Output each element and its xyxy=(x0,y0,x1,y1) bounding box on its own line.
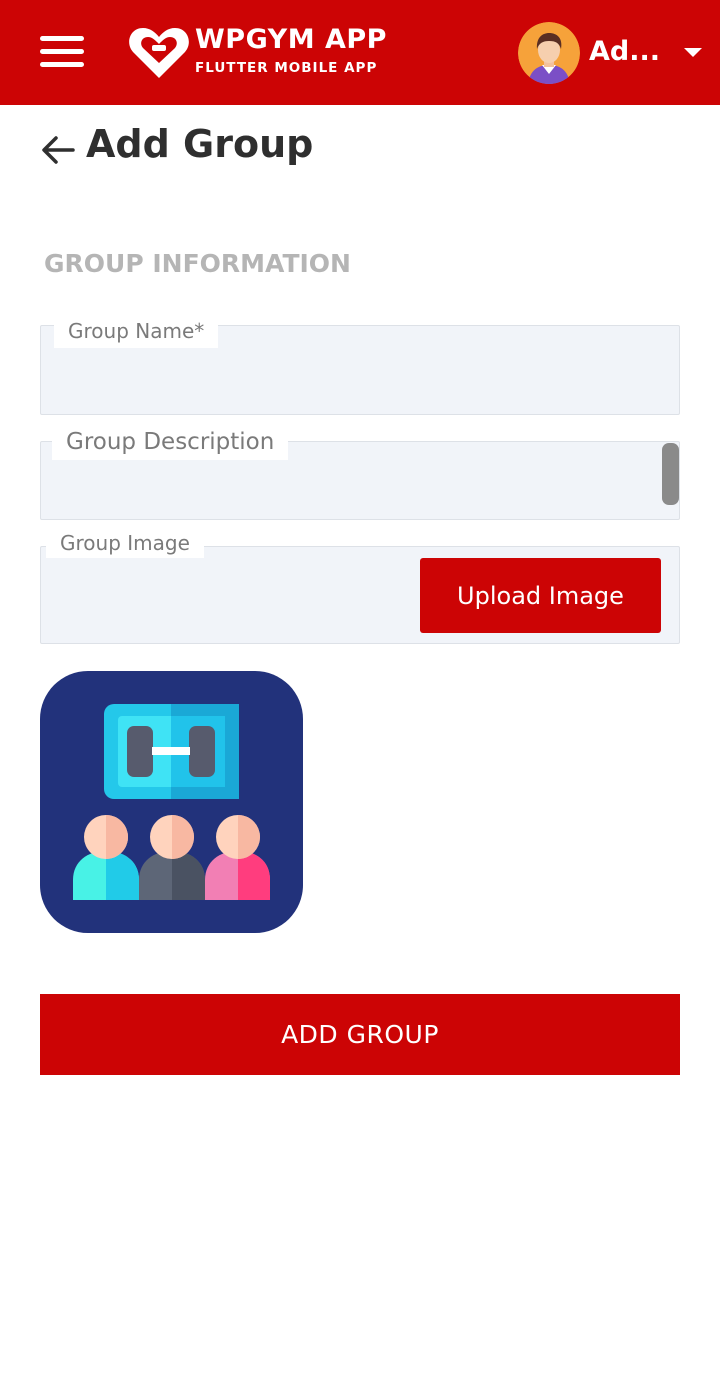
user-name[interactable]: Ad... xyxy=(589,36,660,67)
caret-down-icon[interactable] xyxy=(684,48,702,57)
page-title: Add Group xyxy=(86,122,314,166)
arrow-left-icon[interactable] xyxy=(40,132,76,168)
app-bar: WPGYM APP FLUTTER MOBILE APP Ad... xyxy=(0,0,720,105)
add-group-button[interactable]: ADD GROUP xyxy=(40,994,680,1075)
group-description-label: Group Description xyxy=(52,426,289,460)
user-avatar[interactable] xyxy=(518,22,580,84)
brand-title: WPGYM APP xyxy=(195,24,387,55)
description-scrollbar[interactable] xyxy=(662,443,679,505)
section-heading: GROUP INFORMATION xyxy=(44,249,351,278)
brand-subtitle: FLUTTER MOBILE APP xyxy=(195,60,378,76)
heart-dumbbell-logo-icon xyxy=(129,28,189,78)
hamburger-menu-icon[interactable] xyxy=(40,36,84,68)
user-avatar-icon xyxy=(518,22,580,84)
group-training-icon xyxy=(40,671,303,933)
upload-image-button[interactable]: Upload Image xyxy=(420,558,661,633)
group-image-label: Group Image xyxy=(46,530,204,558)
group-name-label: Group Name* xyxy=(54,318,219,348)
